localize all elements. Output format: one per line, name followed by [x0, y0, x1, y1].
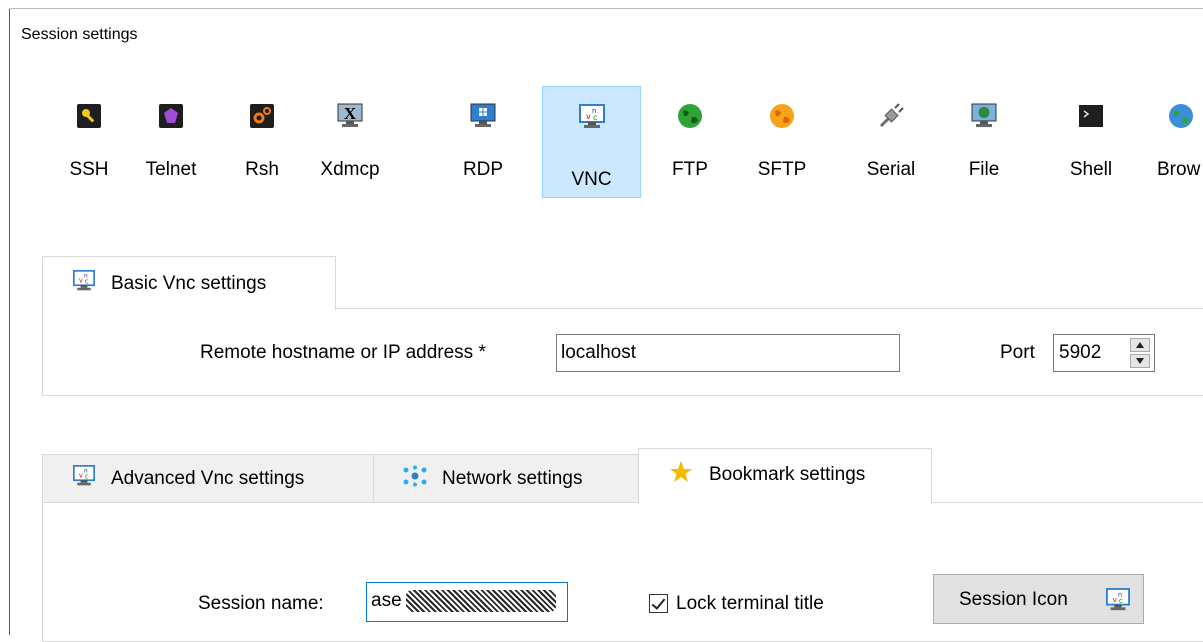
protocol-rsh[interactable]: Rsh	[230, 86, 294, 198]
svg-text:v: v	[79, 276, 83, 284]
svg-text:c: c	[85, 472, 89, 480]
svg-text:v: v	[586, 112, 591, 121]
tab-label: Advanced Vnc settings	[111, 467, 305, 489]
hostname-label: Remote hostname or IP address *	[200, 342, 486, 363]
svg-text:c: c	[593, 113, 597, 122]
protocol-toolbar: SSH Telnet Rsh X Xdmcp RDP vnc VNC FTP S…	[60, 86, 1203, 198]
vnc-monitor-icon: vnc	[73, 269, 95, 298]
svg-text:X: X	[344, 104, 357, 123]
protocol-shell[interactable]: Shell	[1058, 86, 1124, 198]
orange-globe-icon	[769, 103, 795, 129]
session-name-value: ase	[371, 590, 402, 611]
tab-label: Network settings	[442, 467, 583, 489]
windows-monitor-icon	[470, 103, 496, 129]
purple-gem-icon	[158, 103, 184, 129]
protocol-sftp[interactable]: SFTP	[744, 86, 820, 198]
window-border	[9, 8, 10, 635]
protocol-ssh[interactable]: SSH	[60, 86, 118, 198]
protocol-label: Brow	[1157, 159, 1201, 180]
gears-icon	[249, 103, 275, 129]
port-label: Port	[1000, 342, 1035, 363]
svg-text:v: v	[1112, 595, 1117, 604]
protocol-browser[interactable]: Brow	[1146, 86, 1203, 198]
hostname-input[interactable]: localhost	[556, 334, 900, 372]
redacted-scribble	[406, 590, 556, 612]
protocol-file[interactable]: File	[952, 86, 1016, 198]
tab-label: Basic Vnc settings	[111, 272, 267, 294]
protocol-label: Telnet	[145, 159, 197, 180]
protocol-label: VNC	[571, 169, 612, 190]
session-icon-label: Session Icon	[959, 589, 1068, 610]
port-value: 5902	[1059, 342, 1102, 363]
port-down-arrow-icon[interactable]	[1130, 354, 1150, 368]
protocol-label: RDP	[462, 159, 504, 180]
protocol-label: FTP	[672, 159, 708, 180]
protocol-label: Xdmcp	[320, 159, 380, 180]
svg-text:v: v	[79, 471, 83, 479]
x-monitor-icon: X	[337, 103, 363, 129]
globe-monitor-icon	[971, 103, 997, 129]
lock-terminal-title-label: Lock terminal title	[676, 593, 824, 614]
protocol-ftp[interactable]: FTP	[658, 86, 722, 198]
protocol-label: Serial	[866, 159, 916, 180]
tab-bookmark-settings[interactable]: Bookmark settings	[638, 448, 932, 504]
vnc-monitor-icon: vnc	[73, 464, 95, 493]
protocol-label: Shell	[1069, 159, 1113, 180]
tab-advanced-vnc-settings[interactable]: vnc Advanced Vnc settings	[42, 454, 374, 503]
terminal-icon	[1078, 103, 1104, 129]
protocol-xdmcp[interactable]: X Xdmcp	[306, 86, 394, 198]
protocol-telnet[interactable]: Telnet	[130, 86, 212, 198]
tab-network-settings[interactable]: Network settings	[373, 454, 639, 503]
blue-globe-icon	[1168, 103, 1194, 129]
key-icon	[76, 103, 102, 129]
port-spinner[interactable]	[1130, 338, 1150, 368]
window-border-top	[9, 8, 1203, 9]
session-name-label: Session name:	[198, 593, 324, 614]
port-up-arrow-icon[interactable]	[1130, 338, 1150, 352]
tab-basic-vnc-settings[interactable]: vnc Basic Vnc settings	[42, 256, 336, 310]
protocol-serial[interactable]: Serial	[856, 86, 926, 198]
vnc-monitor-icon: vnc	[1106, 588, 1130, 618]
protocol-label: File	[968, 159, 1000, 180]
green-globe-icon	[677, 103, 703, 129]
vnc-monitor-icon: vnc	[578, 104, 605, 130]
lock-terminal-title-checkbox[interactable]	[649, 594, 668, 613]
tab-label: Bookmark settings	[709, 464, 866, 485]
protocol-vnc[interactable]: vnc VNC	[542, 86, 641, 198]
plug-icon	[878, 103, 904, 129]
window-title: Session settings	[21, 26, 138, 43]
protocol-label: SFTP	[757, 159, 807, 180]
svg-text:c: c	[85, 277, 89, 285]
svg-text:c: c	[1119, 596, 1123, 605]
protocol-rdp[interactable]: RDP	[448, 86, 518, 198]
session-icon-button[interactable]: Session Icon vnc	[933, 574, 1144, 624]
protocol-label: SSH	[69, 159, 109, 180]
protocol-label: Rsh	[245, 159, 279, 180]
network-icon	[402, 465, 428, 493]
star-icon	[669, 460, 693, 490]
